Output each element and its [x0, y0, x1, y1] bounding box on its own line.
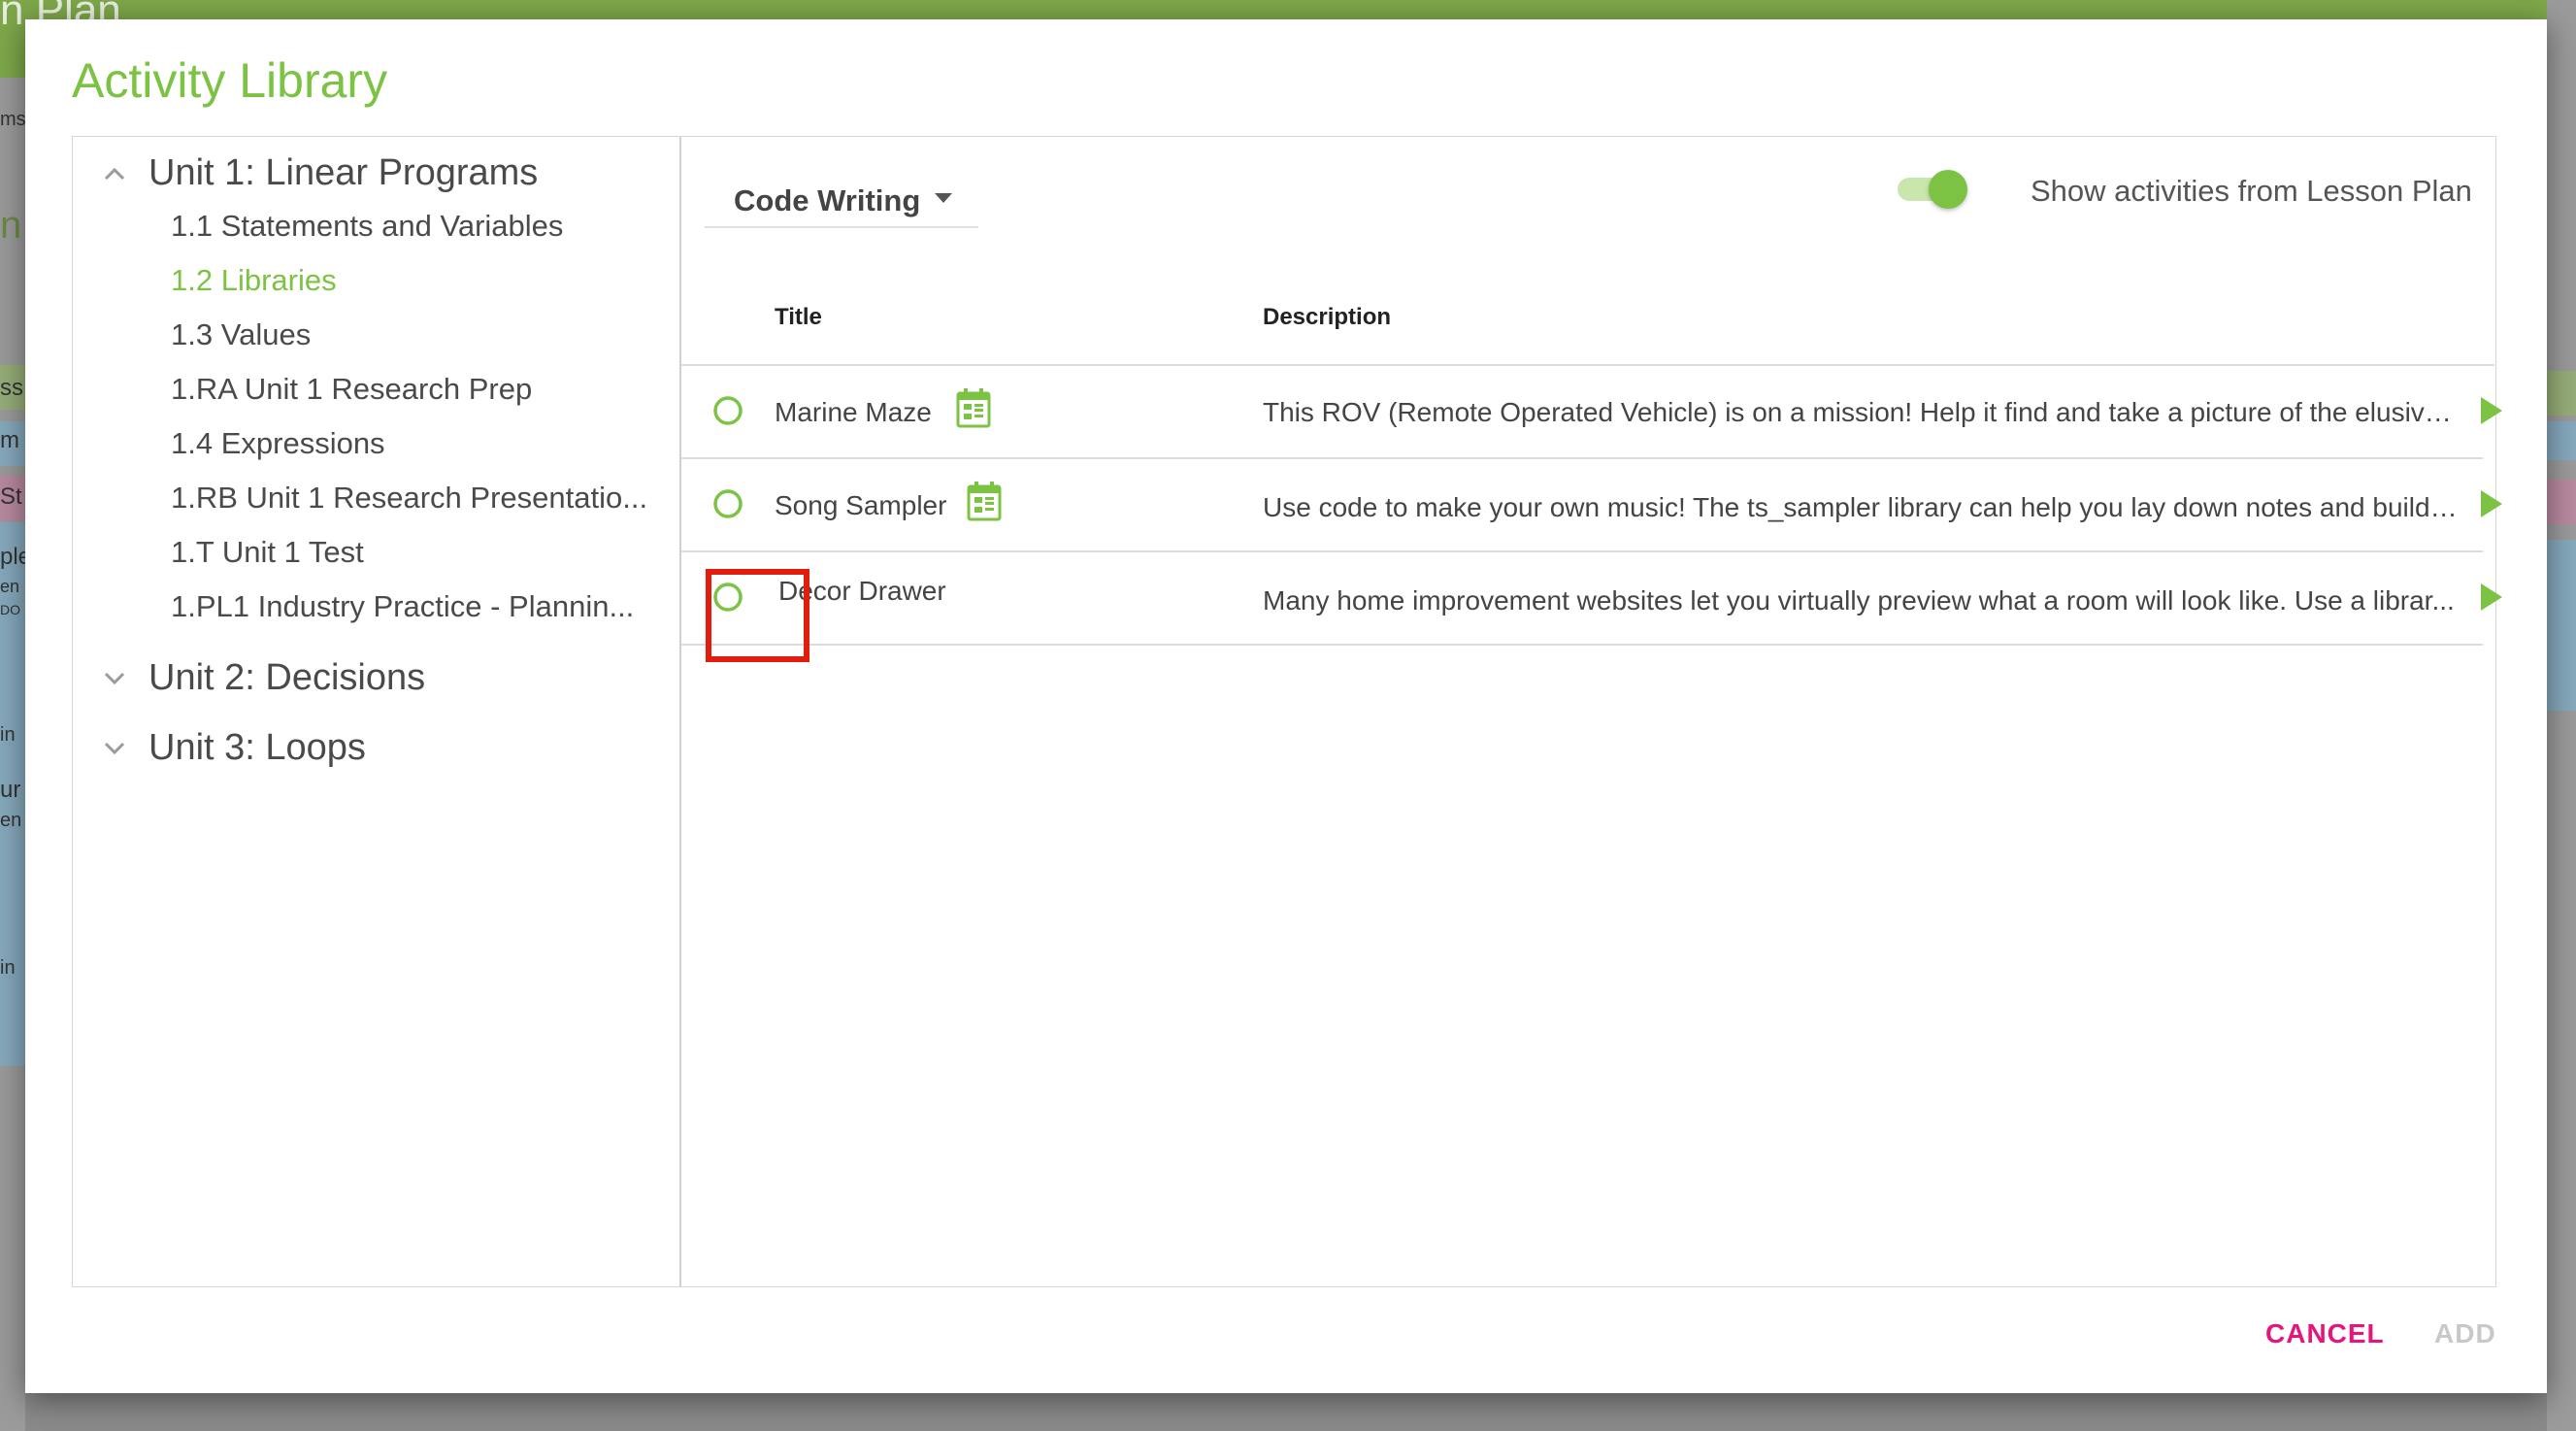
dialog-title: Activity Library [72, 53, 388, 108]
lesson-item[interactable]: 1.4 Expressions [171, 426, 656, 461]
background-fragment: DO [0, 602, 20, 617]
annotation-highlight-box [706, 569, 809, 662]
background-fragment: ur [0, 777, 21, 803]
background-fragment: ss [0, 375, 23, 401]
background-fragment: en [0, 810, 22, 831]
column-header-title: Title [775, 304, 822, 330]
lesson-item[interactable]: 1.RA Unit 1 Research Prep [171, 372, 656, 407]
table-row[interactable]: Decor Drawer Many home improvement websi… [681, 552, 2502, 646]
unit-3-header[interactable]: Unit 3: Loops [98, 727, 366, 769]
category-label: Code Writing [734, 183, 921, 217]
background-fragment: in [0, 957, 16, 979]
activity-description: Use code to make your own music! The ts_… [1263, 492, 2461, 522]
activity-description: Many home improvement websites let you v… [1263, 585, 2455, 616]
background-right-edge [2547, 0, 2576, 1431]
chevron-up-icon [98, 157, 131, 190]
activity-list-area: Code Writing Show activities from Lesson… [681, 137, 2502, 1286]
unit-lesson-sidebar: Unit 1: Linear Programs 1.1 Statements a… [73, 137, 681, 1286]
background-fragment: m [0, 427, 19, 453]
activity-library-dialog: Activity Library Unit 1: Linear Programs… [25, 19, 2547, 1393]
background-left-edge: ms n ss m St ple en DO in ur en in [0, 78, 31, 1431]
toggle-label: Show activities from Lesson Plan [2031, 174, 2472, 208]
lesson-item[interactable]: 1.T Unit 1 Test [171, 535, 656, 570]
lesson-item[interactable]: 1.PL1 Industry Practice - Plannin... [171, 589, 656, 624]
play-icon[interactable] [2477, 488, 2506, 519]
background-card [2547, 540, 2576, 711]
unit-label: Unit 1: Linear Programs [149, 152, 539, 193]
lesson-item-active[interactable]: 1.2 Libraries [171, 263, 656, 298]
unit-label: Unit 3: Loops [149, 727, 366, 768]
background-strip [2547, 421, 2576, 460]
play-icon[interactable] [2477, 582, 2506, 613]
background-fragment: in [0, 724, 16, 746]
unit-2-header[interactable]: Unit 2: Decisions [98, 657, 425, 699]
unit-label: Unit 2: Decisions [149, 657, 426, 698]
library-panel: Unit 1: Linear Programs 1.1 Statements a… [72, 136, 2502, 1287]
lesson-item[interactable]: 1.1 Statements and Variables [171, 209, 656, 244]
cancel-button[interactable]: CANCEL [2265, 1318, 2385, 1349]
chevron-down-icon [98, 732, 131, 765]
background-fragment: ms [0, 109, 26, 130]
activity-description: This ROV (Remote Operated Vehicle) is on… [1263, 397, 2461, 427]
select-radio[interactable] [712, 395, 743, 426]
background-fragment: en [0, 577, 20, 596]
background-fragment: n [0, 204, 22, 247]
toggle-knob [1929, 170, 1967, 209]
calendar-icon[interactable] [967, 481, 1002, 521]
calendar-icon[interactable] [956, 387, 991, 428]
lesson-item[interactable]: 1.3 Values [171, 317, 656, 352]
chevron-down-icon [98, 662, 131, 695]
background-fragment: St [0, 483, 22, 510]
column-header-description: Description [1263, 304, 1392, 330]
category-dropdown[interactable]: Code Writing [705, 166, 978, 228]
caret-down-icon [934, 191, 953, 209]
table-row[interactable]: Song Sampler Use code to make your own m… [681, 459, 2502, 552]
activity-title: Marine Maze [775, 397, 932, 427]
activity-title: Song Sampler [775, 490, 947, 520]
show-lesson-plan-toggle[interactable] [1898, 166, 1969, 213]
add-button[interactable]: ADD [2434, 1318, 2496, 1349]
select-radio[interactable] [712, 488, 743, 519]
play-icon[interactable] [2477, 395, 2506, 426]
table-row[interactable]: Marine Maze This ROV (Remote Operated Ve… [681, 366, 2502, 459]
background-strip [2547, 480, 2576, 524]
lesson-item[interactable]: 1.RB Unit 1 Research Presentatio... [171, 481, 656, 516]
unit-1-header[interactable]: Unit 1: Linear Programs [98, 152, 538, 194]
background-strip [2547, 371, 2576, 416]
